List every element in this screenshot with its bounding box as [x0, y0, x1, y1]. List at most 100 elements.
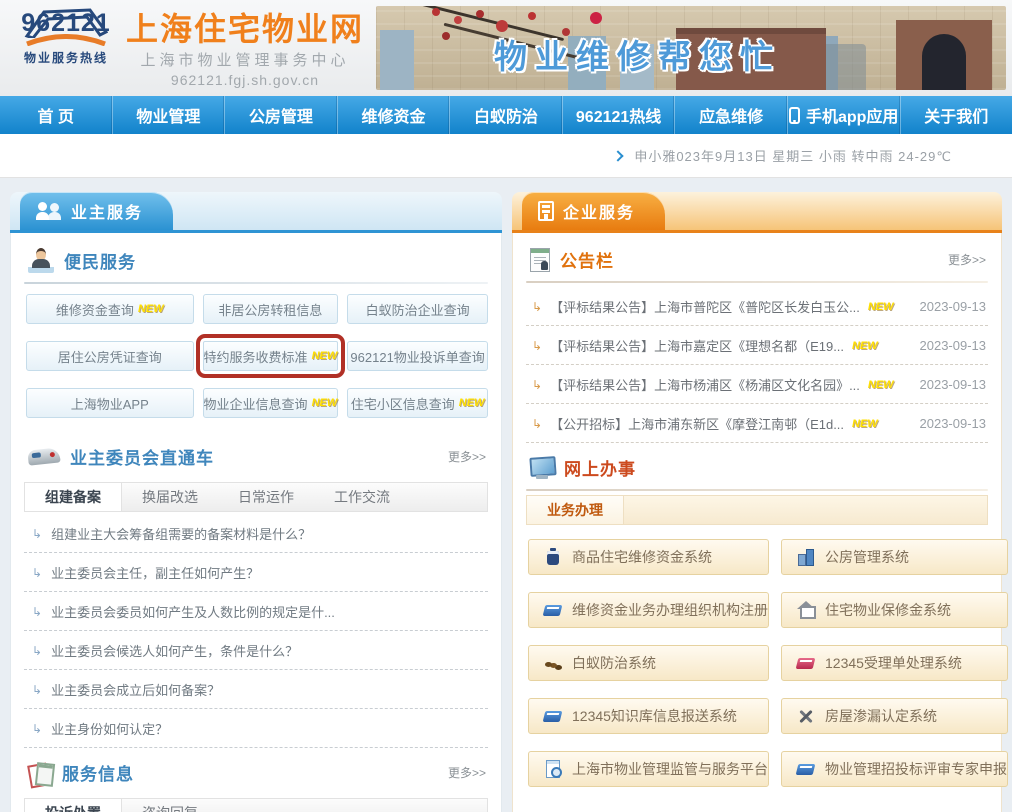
button-label: 非居公房转租信息 [218, 300, 322, 319]
nav-item-public-housing[interactable]: 公房管理 [224, 96, 337, 134]
button-termite-system[interactable]: 白蚁防治系统 [528, 645, 769, 681]
return-arrow-icon: ↳ [32, 606, 42, 618]
return-arrow-icon: ↳ [32, 567, 42, 579]
more-link[interactable]: 更多>> [448, 764, 486, 781]
button-label: 物业企业信息查询 [204, 394, 308, 413]
tab-reelection[interactable]: 换届改选 [122, 483, 218, 511]
button-org-registration[interactable]: 维修资金业务办理组织机构注册 [528, 592, 769, 628]
tab-owner-services[interactable]: 业主服务 [20, 192, 173, 230]
banner-slogan: 物业维修帮您忙 [494, 30, 781, 78]
logo-hotline-number: 962121 [14, 12, 118, 34]
button-community-info-query[interactable]: 住宅小区信息查询 NEW [347, 388, 488, 418]
new-badge: NEW [868, 301, 894, 313]
list-item[interactable]: ↳业主委员会候选人如何产生，条件是什么？ [24, 631, 488, 670]
return-arrow-icon: ↳ [532, 418, 542, 430]
button-bidding-expert-apply[interactable]: 物业管理招投标评审专家申报 [781, 751, 1008, 787]
nav-item-termite[interactable]: 白蚁防治 [449, 96, 562, 134]
bulletin-date: 2023-09-13 [920, 416, 987, 431]
new-badge: NEW [852, 340, 878, 352]
bulletin-board-icon [530, 248, 550, 272]
bulletin-title: 【评标结果公告】上海市嘉定区《理想名都（E19... [550, 336, 844, 355]
question-text: 业主委员会委员如何产生及人数比例的规定是什... [51, 602, 335, 621]
tab-work-exchange[interactable]: 工作交流 [314, 483, 410, 511]
new-badge: NEW [138, 303, 164, 315]
bulletin-list: ↳【评标结果公告】上海市普陀区《普陀区长发白玉公...NEW2023-09-13… [526, 287, 988, 443]
tab-complaint-handling[interactable]: 投诉处置 [25, 799, 122, 812]
list-item[interactable]: ↳【评标结果公告】上海市普陀区《普陀区长发白玉公...NEW2023-09-13 [526, 287, 988, 326]
list-item[interactable]: ↳业主身份如何认定？ [24, 709, 488, 748]
weather-bar: 申小雅023年9月13日 星期三 小雨 转中雨 24-29℃ [0, 134, 1012, 178]
list-item[interactable]: ↳【评标结果公告】上海市嘉定区《理想名都（E19...NEW2023-09-13 [526, 326, 988, 365]
nav-label: 关于我们 [924, 103, 988, 127]
system-label: 物业管理招投标评审专家申报 [825, 759, 1007, 779]
more-link[interactable]: 更多>> [948, 251, 986, 268]
list-item[interactable]: ↳业主委员会成立后如何备案？ [24, 670, 488, 709]
button-housing-cert-query[interactable]: 居住公房凭证查询 [26, 341, 194, 371]
nav-item-mobile-app[interactable]: 手机app应用 [787, 96, 900, 134]
button-label: 特约服务收费标准 [204, 347, 308, 366]
list-item[interactable]: ↳组建业主大会筹备组需要的备案材料是什么？ [24, 514, 488, 553]
tab-business-handling[interactable]: 业务办理 [527, 496, 624, 524]
button-label: 居住公房凭证查询 [58, 347, 162, 366]
convenience-section-header: 便民服务 [24, 235, 488, 282]
button-repair-fund-query[interactable]: 维修资金查询NEW [26, 294, 194, 324]
main-nav: 首 页 物业管理 公房管理 维修资金 白蚁防治 962121热线 应急维修 手机… [0, 96, 1012, 134]
credit-section-header: 企业信用 更多>> [526, 799, 988, 812]
nav-item-emergency[interactable]: 应急维修 [674, 96, 787, 134]
system-label: 公房管理系统 [825, 547, 909, 567]
site-title-block: 上海住宅物业网 上海市物业管理事务中心 962121.fgj.sh.gov.cn [126, 0, 364, 96]
computer-icon [530, 457, 554, 479]
tab-daily-operation[interactable]: 日常运作 [218, 483, 314, 511]
tab-inquiry-reply[interactable]: 咨询回复 [122, 799, 218, 812]
list-item[interactable]: ↳【评标结果公告】上海市杨浦区《杨浦区文化名园》...NEW2023-09-13 [526, 365, 988, 404]
bulletin-date: 2023-09-13 [920, 299, 987, 314]
list-item[interactable]: ↳ 业主委员会委员如何产生及人数比例的规定是什... [24, 592, 488, 631]
system-label: 住宅物业保修金系统 [825, 600, 951, 620]
new-badge: NEW [459, 397, 485, 409]
new-badge: NEW [312, 397, 338, 409]
tab-enterprise-services[interactable]: 企业服务 [522, 192, 665, 230]
system-label: 上海市物业管理监管与服务平台 [572, 759, 768, 779]
nav-item-home[interactable]: 首 页 [0, 96, 112, 134]
button-warranty-fund-system[interactable]: 住宅物业保修金系统 [781, 592, 1008, 628]
button-nonres-sublet-info[interactable]: 非居公房转租信息 [203, 294, 339, 324]
bulletin-date: 2023-09-13 [920, 377, 987, 392]
button-leakage-assessment-system[interactable]: 房屋渗漏认定系统 [781, 698, 1008, 734]
question-text: 业主委员会候选人如何产生，条件是什么？ [51, 641, 298, 660]
question-text: 业主委员会主任，副主任如何产生？ [51, 563, 259, 582]
list-item[interactable]: ↳ 业主委员会主任，副主任如何产生？ [24, 553, 488, 592]
button-12345-ticket-system[interactable]: 12345受理单处理系统 [781, 645, 1008, 681]
site-url: 962121.fgj.sh.gov.cn [126, 72, 364, 88]
button-supervision-platform[interactable]: 上海市物业管理监管与服务平台 [528, 751, 769, 787]
system-label: 白蚁防治系统 [572, 653, 656, 673]
button-label: 住宅小区信息查询 [351, 394, 455, 413]
bulletin-title: 【评标结果公告】上海市杨浦区《杨浦区文化名园》... [550, 375, 860, 394]
button-public-housing-system[interactable]: 公房管理系统 [781, 539, 1008, 575]
divider [24, 282, 488, 284]
new-badge: NEW [852, 418, 878, 430]
document-search-icon [544, 760, 562, 778]
nav-item-about[interactable]: 关于我们 [900, 96, 1012, 134]
button-complaint-form-query[interactable]: 962121物业投诉单查询 [347, 341, 488, 371]
weather-text: 申小雅023年9月13日 星期三 小雨 转中雨 24-29℃ [634, 146, 952, 165]
button-special-service-fee-standard[interactable]: 特约服务收费标准NEW [203, 341, 339, 371]
more-link[interactable]: 更多>> [448, 448, 486, 465]
nav-item-repair-fund[interactable]: 维修资金 [337, 96, 450, 134]
button-repair-fund-system[interactable]: 商品住宅维修资金系统 [528, 539, 769, 575]
button-termite-company-query[interactable]: 白蚁防治企业查询 [347, 294, 488, 324]
service-info-tabs: 投诉处置 咨询回复 [24, 798, 488, 812]
online-section-header: 网上办事 [526, 443, 988, 489]
return-arrow-icon: ↳ [532, 340, 542, 352]
nav-label: 白蚁防治 [474, 103, 538, 127]
button-label: 上海物业APP [71, 394, 149, 413]
divider [526, 281, 988, 283]
nav-item-hotline[interactable]: 962121热线 [562, 96, 675, 134]
button-shanghai-property-app[interactable]: 上海物业APP [26, 388, 194, 418]
tab-label: 业主服务 [71, 199, 143, 223]
list-item[interactable]: ↳【公开招标】上海市浦东新区《摩登江南邨（E1d...NEW2023-09-13 [526, 404, 988, 443]
button-company-info-query[interactable]: 物业企业信息查询 NEW [203, 388, 339, 418]
bulletin-section-header: 公告栏 更多>> [526, 235, 988, 281]
button-12345-knowledge-system[interactable]: 12345知识库信息报送系统 [528, 698, 769, 734]
nav-item-property-mgmt[interactable]: 物业管理 [112, 96, 225, 134]
tab-formation-filing[interactable]: 组建备案 [25, 483, 122, 511]
